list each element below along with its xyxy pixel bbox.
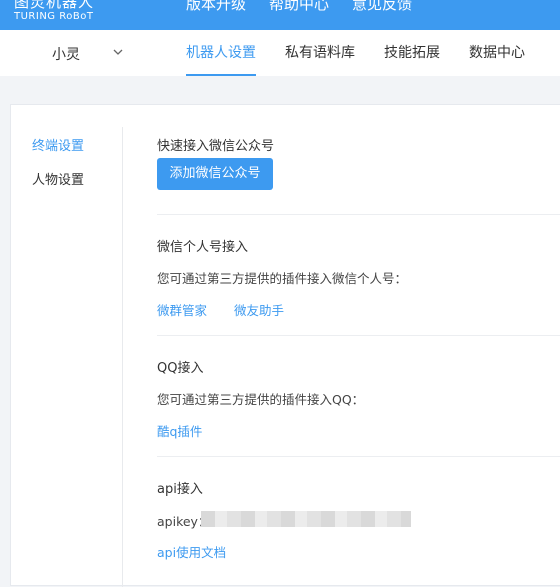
nav-help-center[interactable]: 帮助中心 [269, 0, 329, 14]
tab-private-corpus[interactable]: 私有语料库 [285, 30, 355, 76]
secondary-nav: 小灵 机器人设置 私有语料库 技能拓展 数据中心 [0, 30, 560, 76]
wechat-personal-desc: 您可通过第三方提供的插件接入微信个人号： [157, 271, 408, 286]
logo-cn-text: 图灵机器人 [14, 0, 95, 11]
link-weiyou-zhushou[interactable]: 微友助手 [234, 300, 284, 319]
logo-en-text: TURING RoBoT [14, 11, 94, 22]
sidebar-item-persona[interactable]: 人物设置 [32, 169, 84, 188]
link-kuq-plugin[interactable]: 酷q插件 [157, 421, 202, 440]
divider [157, 335, 560, 336]
nav-feedback[interactable]: 意见反馈 [352, 0, 412, 14]
wechat-personal-title: 微信个人号接入 [157, 240, 249, 255]
qq-desc: 您可通过第三方提供的插件接入QQ： [157, 392, 365, 407]
add-wechat-public-button[interactable]: 添加微信公众号 [157, 158, 273, 190]
settings-panel: 终端设置 人物设置 快速接入微信公众号 添加微信公众号 微信个人号接入 您可通过… [10, 104, 560, 587]
divider [157, 456, 560, 457]
sidebar: 终端设置 人物设置 [11, 105, 123, 577]
sidebar-divider [122, 127, 123, 587]
top-nav: 版本升级 帮助中心 意见反馈 [186, 0, 412, 14]
apikey-value-masked [201, 511, 411, 527]
sidebar-item-terminal[interactable]: 终端设置 [32, 135, 84, 154]
top-header: 图灵机器人 TURING RoBoT 版本升级 帮助中心 意见反馈 [0, 0, 560, 30]
turing-robot-logo[interactable]: 图灵机器人 TURING RoBoT [14, 0, 94, 23]
nav-upgrade[interactable]: 版本升级 [186, 0, 246, 14]
wechat-public-title: 快速接入微信公众号 [157, 139, 275, 154]
tab-skill-extension[interactable]: 技能拓展 [384, 30, 440, 76]
settings-tabs: 机器人设置 私有语料库 技能拓展 数据中心 [186, 30, 554, 76]
link-weiqun-guanjia[interactable]: 微群管家 [157, 300, 207, 319]
bot-selector[interactable]: 小灵 [52, 44, 80, 64]
qq-title: QQ接入 [157, 361, 204, 376]
divider [157, 214, 560, 215]
tab-data-center[interactable]: 数据中心 [469, 30, 525, 76]
tab-robot-settings[interactable]: 机器人设置 [186, 30, 256, 76]
api-title: api接入 [157, 482, 203, 497]
link-api-docs[interactable]: api使用文档 [157, 542, 226, 561]
chevron-down-icon[interactable] [113, 47, 123, 57]
